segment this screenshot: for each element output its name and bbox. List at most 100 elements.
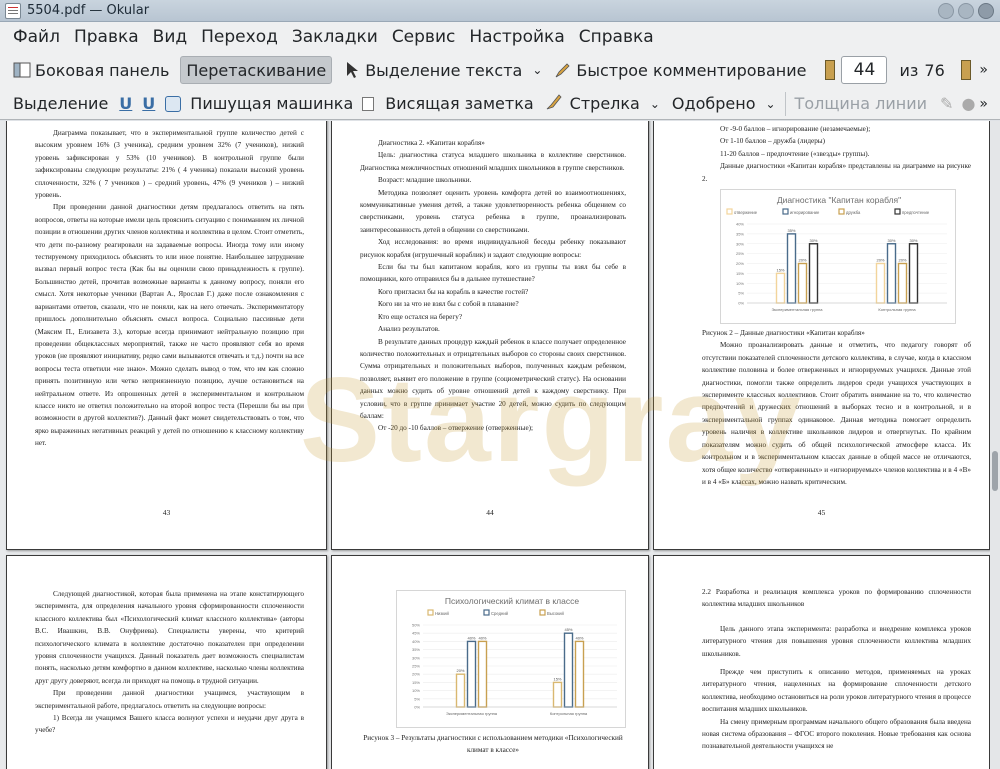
drag-mode-button[interactable]: Перетаскивание [180, 56, 333, 84]
quick-comment-label: Быстрое комментирование [576, 60, 807, 80]
bar [455, 673, 466, 708]
quick-comment-button[interactable]: Быстрое комментирование [549, 56, 811, 84]
legend-label: дружба [846, 210, 861, 215]
y-tick-label: 15% [412, 680, 420, 685]
data-label: 20% [456, 668, 464, 673]
legend-swatch [782, 208, 789, 215]
next-page-icon[interactable] [960, 60, 971, 80]
page-number-input[interactable]: 44 [841, 56, 888, 84]
chart-kapitan: Диагностика "Капитан корабля" отвержение и… [720, 189, 956, 325]
minimize-icon[interactable] [938, 3, 954, 19]
chart-climate: Психологический климат в классе Низкий Сре… [396, 590, 626, 728]
page-46: Следующей диагностикой, которая была при… [6, 555, 327, 769]
menu-help[interactable]: Справка [572, 27, 661, 47]
underline-icon[interactable]: U [142, 94, 155, 113]
y-tick-label: 40% [412, 639, 420, 644]
page-number: 45 [817, 507, 826, 517]
vertical-scrollbar[interactable] [990, 121, 1000, 769]
data-label: 45% [564, 627, 572, 632]
window-titlebar: 5504.pdf — Okular [0, 0, 1000, 22]
chevron-down-icon[interactable]: ⌄ [532, 63, 542, 77]
text-select-label: Выделение текста [365, 60, 523, 80]
chevron-down-icon[interactable]: ⌄ [650, 97, 660, 111]
bar [886, 243, 897, 304]
legend-label: Высокий [547, 611, 564, 616]
bar [786, 233, 797, 304]
scrollbar-thumb[interactable] [992, 451, 998, 491]
annotation-toolbar: Выделение U U Пишущая машинка Висящая за… [0, 88, 1000, 120]
typewriter-label: Пишущая машинка [190, 94, 354, 113]
data-label: 30% [809, 238, 817, 243]
stamp-button[interactable]: Одобрено ⌄ [667, 90, 781, 118]
close-icon[interactable] [978, 3, 994, 19]
paragraph: От 1-10 баллов – дружба (лидеры) [720, 137, 826, 146]
paragraph: Кого пригласил бы на корабль в качестве … [378, 287, 529, 296]
data-label: 40% [478, 635, 486, 640]
document-viewport[interactable]: Диаграмма показывает, что в эксперимента… [0, 121, 1000, 769]
line-width-button[interactable]: Толщина линии [790, 90, 933, 118]
menu-file[interactable]: Файл [6, 27, 67, 47]
main-toolbar: Боковая панель Перетаскивание Выделение … [0, 52, 1000, 88]
menu-tools[interactable]: Сервис [385, 27, 463, 47]
typewriter-button[interactable]: Пишущая машинка [185, 90, 358, 118]
paragraph: В результате данных процедур каждый ребе… [360, 337, 626, 420]
legend-label: Низкий [435, 611, 449, 616]
stamp-label: Одобрено [671, 94, 756, 113]
y-tick-label: 45% [412, 631, 420, 636]
arrow-label: Стрелка [569, 94, 640, 113]
menu-settings[interactable]: Настройка [462, 27, 571, 47]
paragraph: Данные диагностики «Капитан корабля» пре… [702, 162, 971, 183]
y-tick-label: 20% [412, 672, 420, 677]
toolbar-separator [784, 91, 786, 116]
data-label: 20% [798, 258, 806, 263]
paragraph: При проведении данной диагностики детям … [35, 203, 304, 448]
page-43: Диаграмма показывает, что в эксперимента… [6, 121, 327, 550]
paragraph: При проведении данной диагностики учащим… [35, 689, 304, 710]
overflow-menu-icon[interactable]: » [979, 62, 988, 78]
arrow-button[interactable]: Стрелка ⌄ [565, 90, 665, 118]
brush-icon[interactable] [545, 93, 563, 115]
sidebar-icon [13, 61, 31, 79]
highlight-icon[interactable]: U [119, 94, 132, 113]
legend-label: игнорирование [790, 210, 820, 215]
menu-bookmarks[interactable]: Закладки [285, 27, 385, 47]
menu-go[interactable]: Переход [194, 27, 285, 47]
menu-edit[interactable]: Правка [67, 27, 146, 47]
page-45: От -9-0 баллов – игнорирование (незамеча… [653, 121, 990, 550]
legend-swatch [894, 208, 901, 215]
legend-swatch [539, 609, 546, 616]
page-of-label: из [899, 60, 919, 80]
sidebar-button[interactable]: Боковая панель [8, 56, 174, 84]
y-tick-label: 0% [414, 705, 420, 710]
sidebar-label: Боковая панель [35, 60, 170, 80]
page-number: 44 [486, 507, 494, 517]
section-heading: 2.2 Разработка и реализация комплекса ур… [702, 588, 971, 609]
data-label: 15% [776, 267, 784, 272]
annot-select-button[interactable]: Выделение [8, 90, 113, 118]
color-icon[interactable]: ✎ [940, 94, 953, 113]
prev-page-icon[interactable] [825, 60, 836, 80]
paragraph: Анализ результатов. [378, 325, 440, 334]
overflow-menu-icon[interactable]: » [979, 96, 988, 112]
paragraph: От -20 до -10 баллов – отвержение (отвер… [378, 424, 534, 433]
y-tick-label: 25% [412, 664, 420, 669]
paragraph: Если бы ты был капитаном корабля, кого и… [360, 263, 626, 284]
text-select-button[interactable]: Выделение текста ⌄ [338, 56, 547, 84]
bar [552, 681, 563, 708]
maximize-icon[interactable] [958, 3, 974, 19]
bar [775, 272, 786, 304]
page-number: 43 [162, 507, 171, 517]
sticky-note-button[interactable]: Висящая заметка [380, 90, 538, 118]
page-48: 2.2 Разработка и реализация комплекса ур… [653, 555, 990, 769]
note-icon[interactable] [362, 96, 375, 111]
legend-label: предпочтение [902, 210, 930, 215]
opacity-icon[interactable]: ● [961, 94, 975, 113]
y-tick-label: 20% [736, 261, 744, 266]
page-44: Диагностика 2. «Капитан корабля» Цель: д… [331, 121, 649, 550]
paragraph: На смену примерным программам начального… [702, 717, 971, 751]
chevron-down-icon[interactable]: ⌄ [765, 97, 775, 111]
squiggle-icon[interactable] [165, 95, 182, 112]
menu-view[interactable]: Вид [146, 27, 194, 47]
y-tick-label: 35% [412, 647, 420, 652]
paragraph: Диагностика 2. «Капитан корабля» [378, 139, 485, 147]
